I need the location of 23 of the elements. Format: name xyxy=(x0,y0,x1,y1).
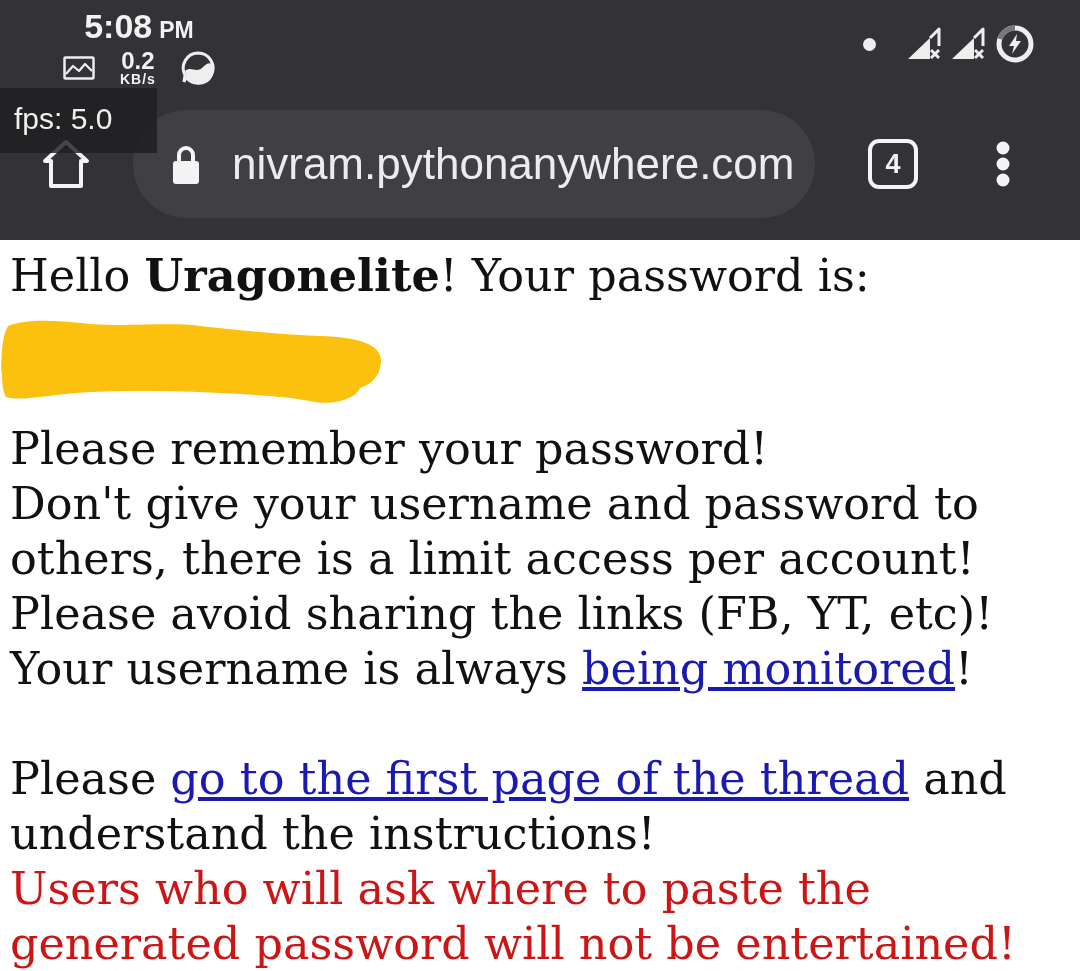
dot-icon xyxy=(863,37,876,51)
no-signal-icon xyxy=(950,27,986,61)
no-signal-icon xyxy=(906,27,942,61)
more-options-icon[interactable] xyxy=(996,141,1010,187)
message-text: Hello Uragonelite! Your password is: xyxy=(10,248,871,303)
link[interactable]: being monitored xyxy=(582,643,956,694)
tab-count-button[interactable]: 4 xyxy=(868,139,918,189)
message-text: Please avoid sharing the links (FB, YT, etc)! xyxy=(10,587,995,641)
warning-text: Users who will ask where to paste the generated password will not be entertained! xyxy=(10,862,1017,971)
data-rate: 0.2 xyxy=(121,49,155,72)
picture-icon xyxy=(63,56,95,80)
clock-time: 5:08 xyxy=(84,9,153,43)
url-field[interactable]: nivram.pythonanywhere.com xyxy=(133,110,815,218)
clock-meridiem: PM xyxy=(159,19,194,42)
message-text: Please go to the first page of the thread and understand the instructions! xyxy=(10,752,1008,861)
url-text: nivram.pythonanywhere.com xyxy=(232,139,795,189)
fps-counter: fps: 5.0 xyxy=(0,88,157,153)
message-text: Your username is always being monitored! xyxy=(10,642,974,696)
link[interactable]: go to the first page of the thread xyxy=(170,753,910,804)
data-unit: KB/s xyxy=(120,72,156,87)
message-text: Please remember your password! xyxy=(10,422,770,476)
battery-charging-icon xyxy=(996,25,1034,63)
message-text: Don't give your username and password to others, there is a limit access per account! xyxy=(10,477,980,586)
